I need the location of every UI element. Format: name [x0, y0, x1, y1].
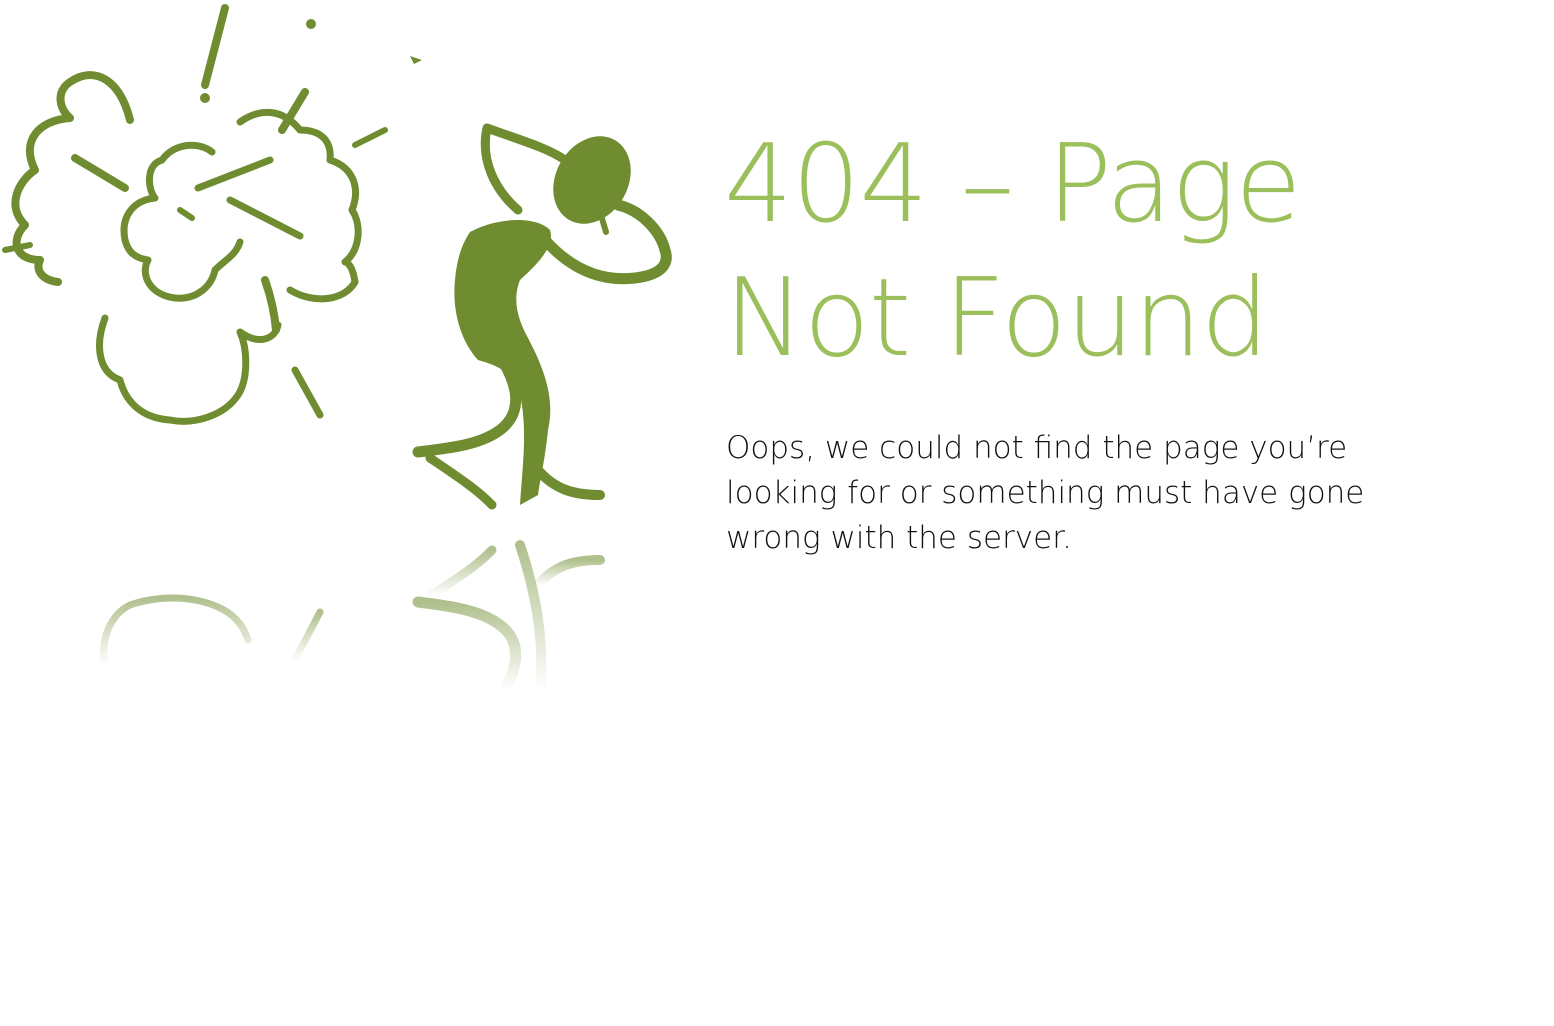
error-illustration — [0, 0, 690, 720]
page-title: 404 – Page Not Found — [724, 122, 1302, 381]
explosion-icon — [2, 4, 422, 425]
error-message: Oops, we could not find the page you’re … — [726, 430, 1365, 556]
error-illustration-svg — [2, 4, 672, 696]
stick-figure-icon — [412, 123, 672, 510]
reflection-icon — [100, 540, 605, 696]
error-content: 404 – Page Not Found Oops, we could not … — [724, 118, 1514, 561]
